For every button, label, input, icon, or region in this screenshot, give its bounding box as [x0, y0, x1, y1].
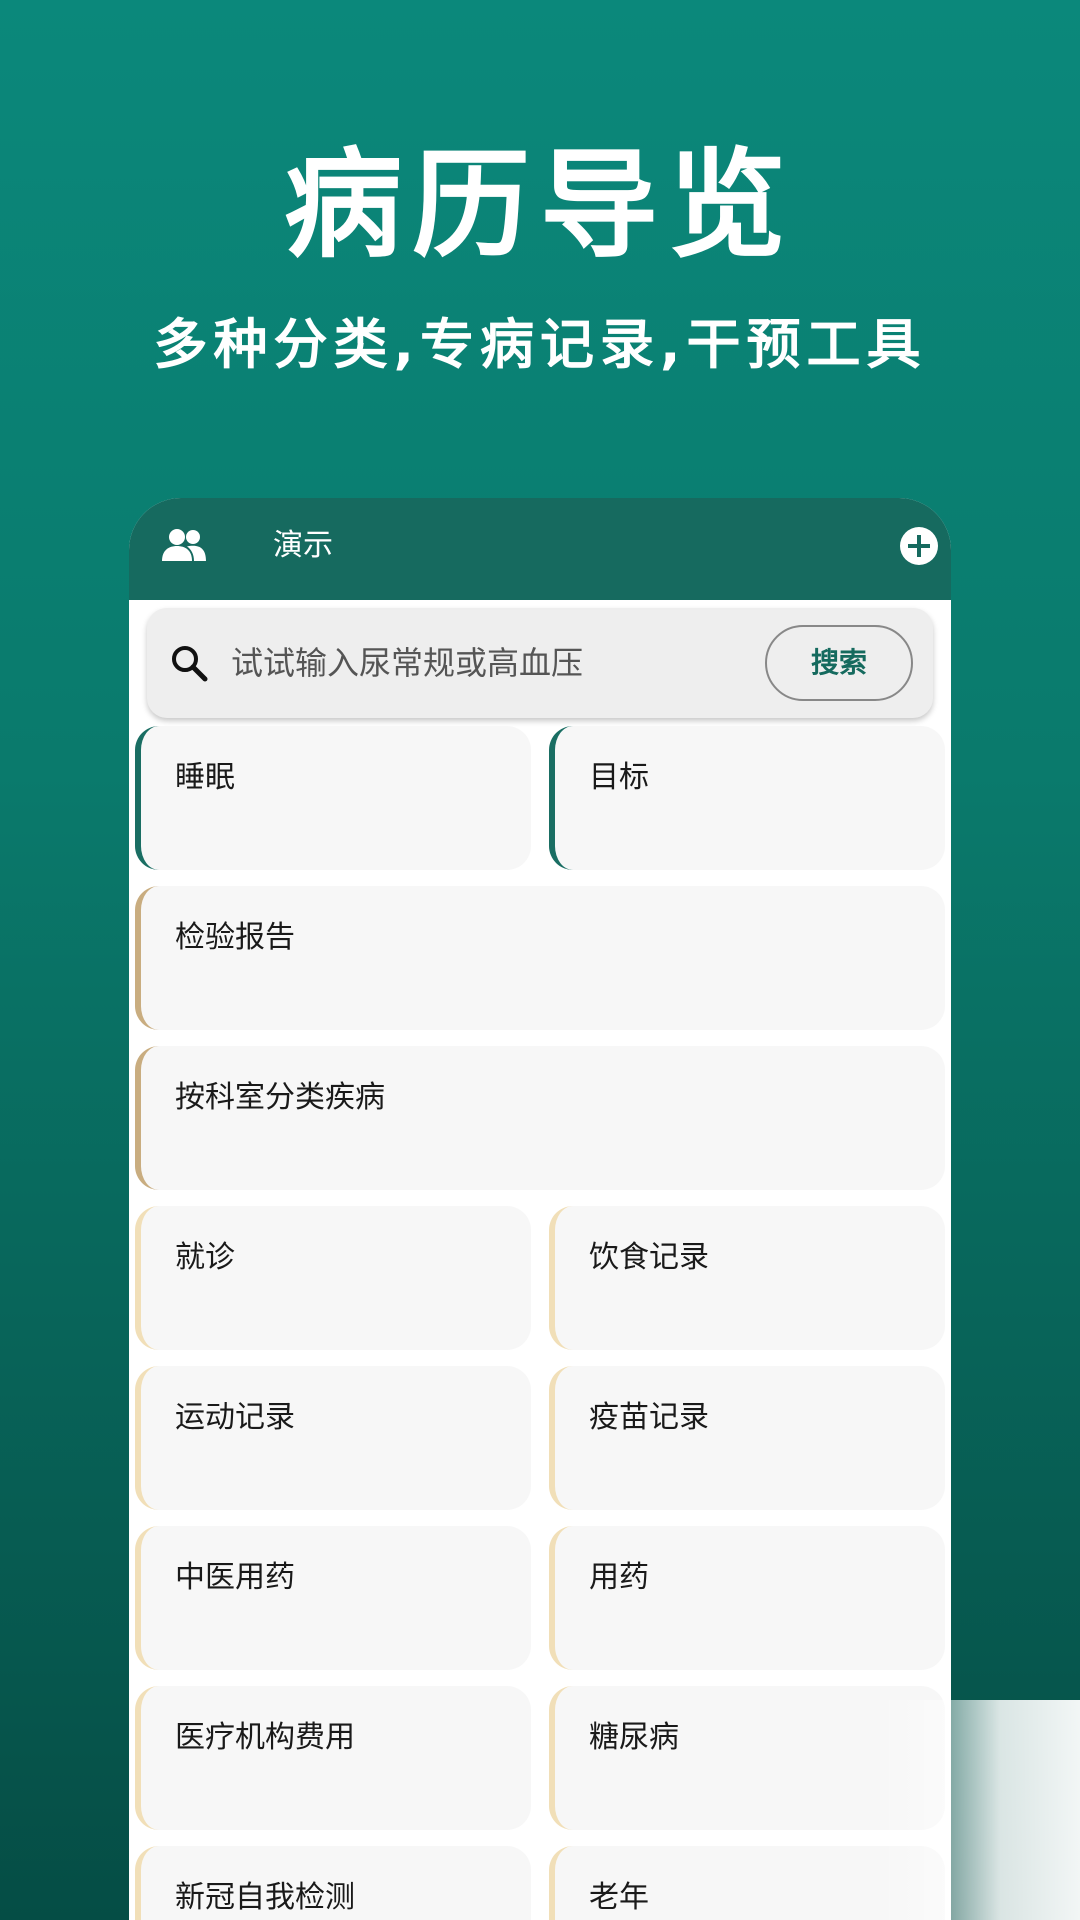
- phone-frame: 演示 试试输入尿常规或高血压 搜索 睡眠 目标 检验报告 按科室分类疾病 就诊: [129, 498, 951, 1920]
- tile-label: 糖尿病: [589, 1720, 679, 1755]
- tile-label: 饮食记录: [589, 1240, 709, 1275]
- tile-diet-record[interactable]: 饮食记录: [549, 1206, 945, 1350]
- app-bar: 演示: [129, 498, 951, 600]
- profile-name[interactable]: 演示: [273, 524, 333, 568]
- search-icon: [172, 646, 208, 682]
- tile-label: 检验报告: [175, 920, 295, 955]
- tile-tcm-medication[interactable]: 中医用药: [135, 1526, 531, 1670]
- tile-label: 运动记录: [175, 1400, 295, 1435]
- add-circle-icon[interactable]: [899, 526, 939, 566]
- search-button[interactable]: 搜索: [765, 625, 913, 701]
- tile-lab-report[interactable]: 检验报告: [135, 886, 945, 1030]
- tile-sleep[interactable]: 睡眠: [135, 726, 531, 870]
- tile-medical-cost[interactable]: 医疗机构费用: [135, 1686, 531, 1830]
- people-icon[interactable]: [161, 528, 207, 562]
- tile-label: 中医用药: [175, 1560, 295, 1595]
- tile-disease-by-department[interactable]: 按科室分类疾病: [135, 1046, 945, 1190]
- tile-label: 老年: [589, 1880, 649, 1915]
- tile-medication[interactable]: 用药: [549, 1526, 945, 1670]
- fade-overlay: [880, 1700, 1080, 1920]
- tile-label: 用药: [589, 1560, 649, 1595]
- tile-label: 医疗机构费用: [175, 1720, 355, 1755]
- tile-goal[interactable]: 目标: [549, 726, 945, 870]
- tile-covid-self-test[interactable]: 新冠自我检测: [135, 1846, 531, 1920]
- tile-label: 按科室分类疾病: [175, 1080, 385, 1115]
- tile-label: 目标: [589, 760, 649, 795]
- promo-headline: 病历导览: [283, 136, 796, 274]
- tile-exercise-record[interactable]: 运动记录: [135, 1366, 531, 1510]
- promo-subline: 多种分类,专病记录,干预工具: [153, 313, 927, 376]
- search-bar: 试试输入尿常规或高血压 搜索: [147, 608, 933, 718]
- tile-label: 新冠自我检测: [175, 1880, 355, 1915]
- tile-vaccine-record[interactable]: 疫苗记录: [549, 1366, 945, 1510]
- tile-label: 就诊: [175, 1240, 235, 1275]
- tile-label: 疫苗记录: [589, 1400, 709, 1435]
- tile-label: 睡眠: [175, 760, 235, 795]
- tile-visit[interactable]: 就诊: [135, 1206, 531, 1350]
- search-input[interactable]: 试试输入尿常规或高血压: [231, 642, 583, 684]
